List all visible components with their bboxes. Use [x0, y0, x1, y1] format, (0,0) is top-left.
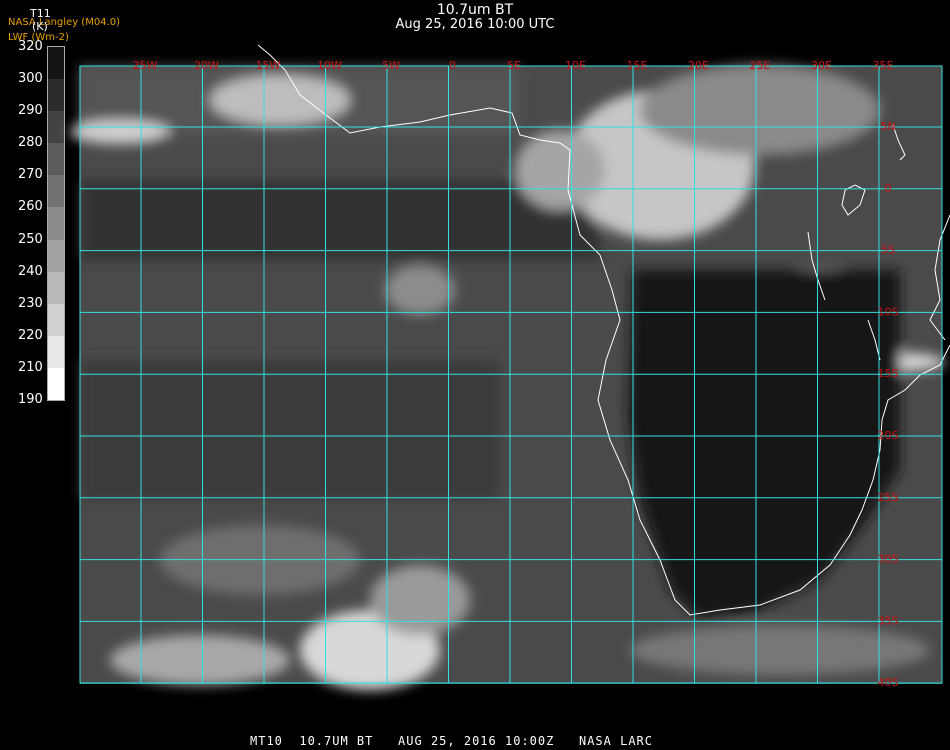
latitude-label: 5S — [881, 244, 895, 257]
latitude-label: 5N — [880, 120, 895, 133]
latitude-label: 40S — [878, 676, 899, 689]
latitude-label: 15S — [878, 367, 899, 380]
longitude-label: 5E — [507, 59, 521, 72]
colorbar-tick-label: 210 — [18, 359, 43, 375]
colorbar-tick-label: 230 — [18, 295, 43, 311]
longitude-label: 10E — [565, 59, 586, 72]
longitude-label: 25E — [750, 59, 771, 72]
latitude-label: 35S — [878, 614, 899, 627]
satellite-map: 25W 20W 15W 10W 5W 0 5E 10E 15E 20E 25E 30E 35E 5N 0 5… — [70, 44, 950, 690]
longitude-label: 30E — [811, 59, 832, 72]
colorbar-tick-label: 320 — [18, 39, 43, 54]
longitude-label: 15E — [627, 59, 648, 72]
longitude-label: 10W — [317, 59, 342, 72]
colorbar-tick-label: 260 — [18, 199, 43, 215]
latitude-label: 10S — [878, 305, 899, 318]
longitude-label: 5W — [382, 59, 400, 72]
latitude-label: 20S — [878, 429, 899, 442]
colorbar-tick-label: 220 — [18, 327, 43, 343]
colorbar-tick-label: 280 — [18, 135, 43, 151]
longitude-label: 25W — [133, 59, 158, 72]
colorbar-tick-label: 240 — [18, 263, 43, 279]
longitude-label: 20E — [688, 59, 709, 72]
longitude-label: 0 — [449, 59, 456, 72]
latitude-label: 30S — [878, 553, 899, 566]
colorbar-tick-label: 250 — [18, 231, 43, 247]
latitude-label: 25S — [878, 491, 899, 504]
colorbar-tick-label: 290 — [18, 103, 43, 119]
latitude-label: 0 — [885, 182, 892, 195]
footer-caption: MT10 10.7UM BT AUG 25, 2016 10:00Z NASA … — [250, 734, 654, 748]
colorbar-tick-label: 300 — [18, 71, 43, 87]
longitude-label: 15W — [256, 59, 281, 72]
colorbar-tick-label: 190 — [18, 392, 43, 407]
longitude-label: 35E — [873, 59, 894, 72]
colorbar-tick-label: 270 — [18, 167, 43, 183]
longitude-label: 20W — [194, 59, 219, 72]
